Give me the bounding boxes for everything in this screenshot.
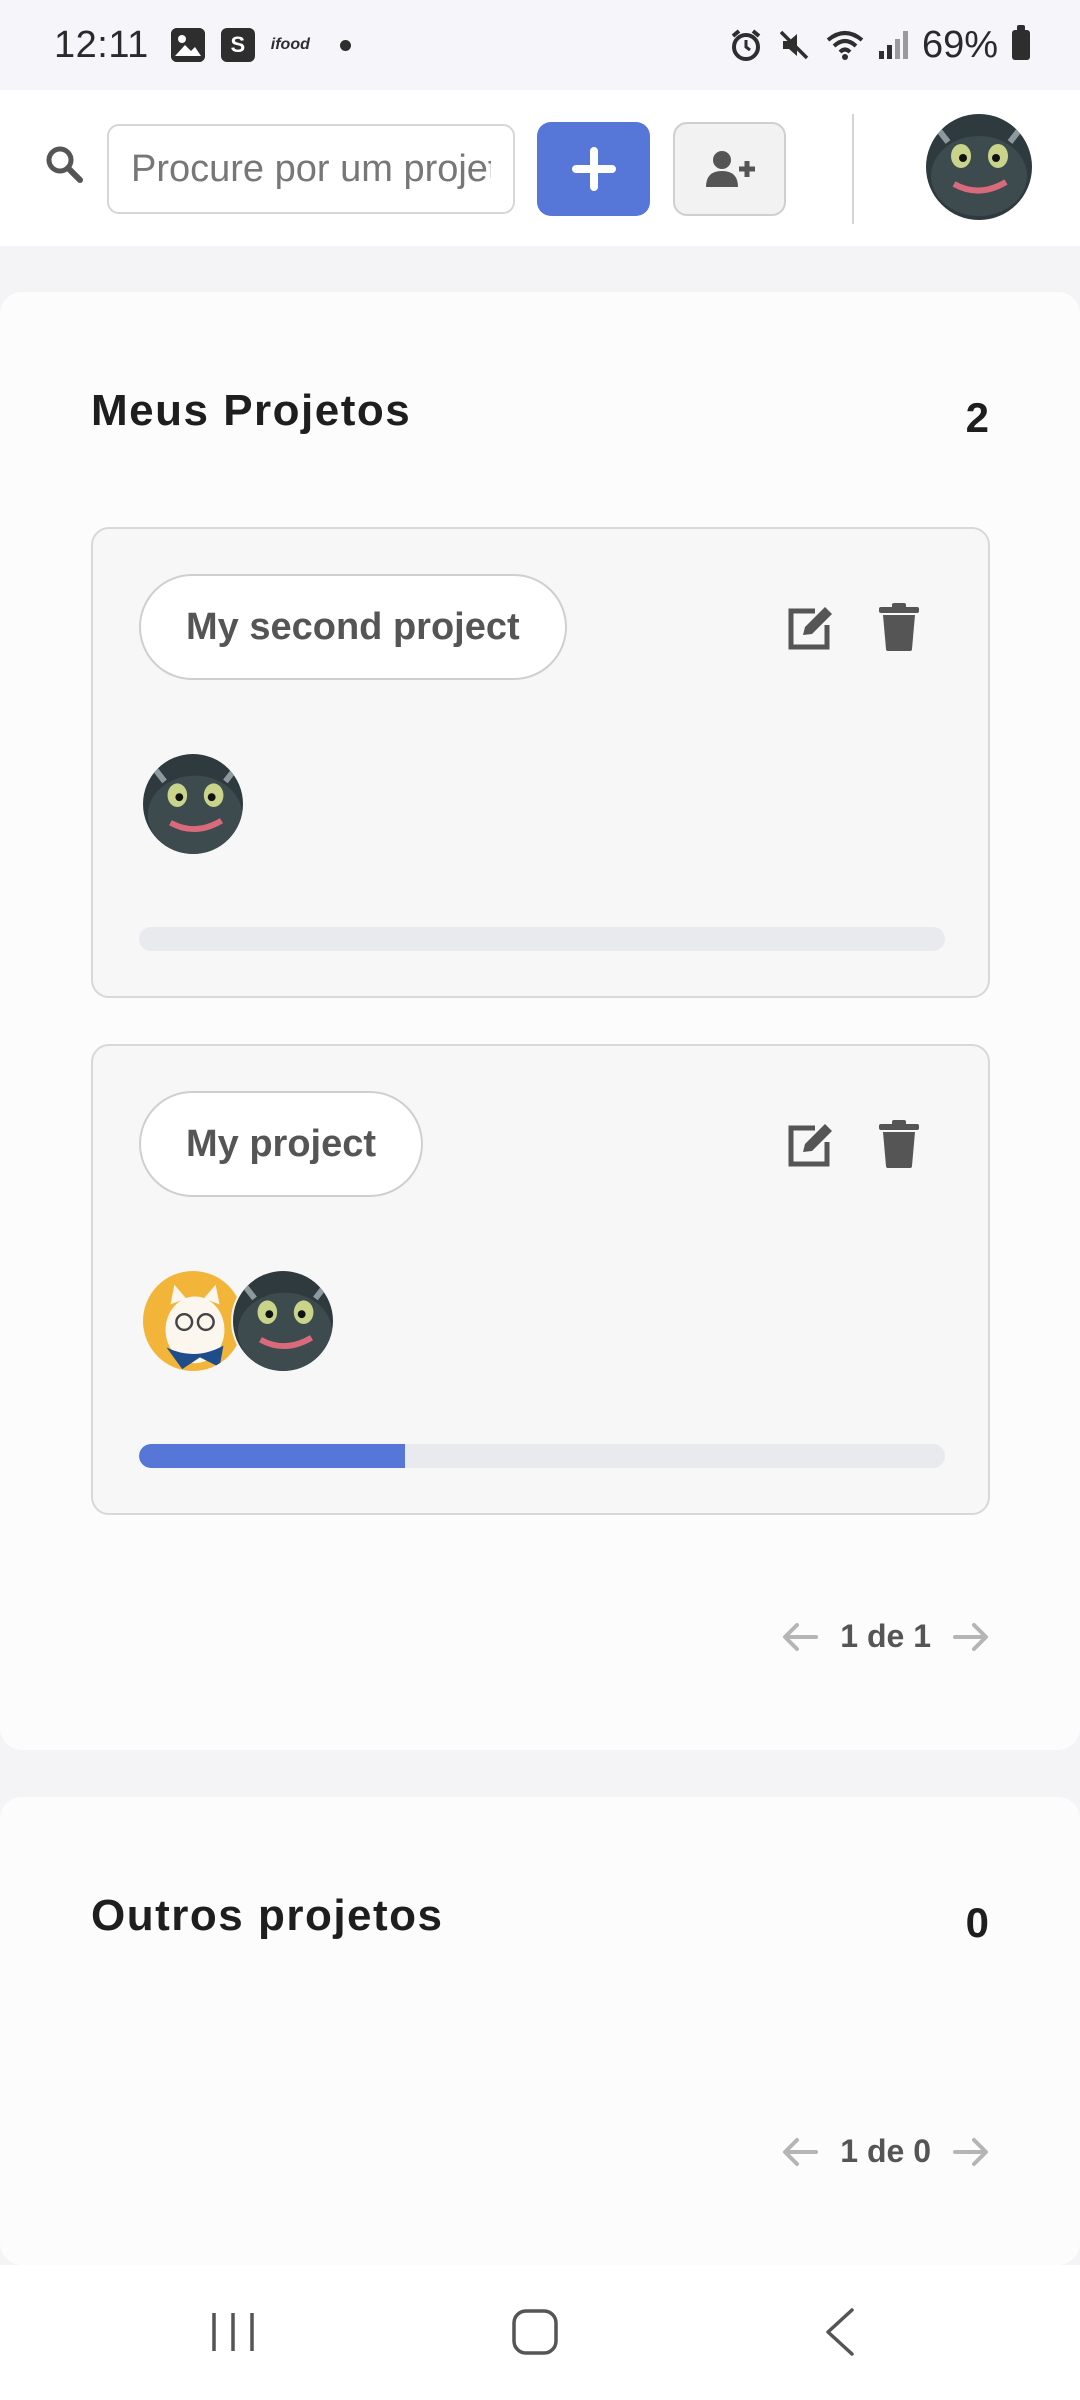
gallery-icon [170,28,205,62]
project-members [141,752,245,856]
search-input[interactable] [107,124,515,214]
member-avatar[interactable] [231,1269,335,1373]
pagination: 1 de 0 [782,2133,989,2170]
battery-percent: 69% [921,23,998,66]
pagination: 1 de 1 [782,1618,989,1655]
status-bar-left: 12:11 S ifood [54,24,351,67]
arrow-right-icon[interactable] [953,1622,989,1652]
member-avatar[interactable] [141,1269,245,1373]
arrow-left-icon[interactable] [782,1622,819,1652]
mute-icon [779,30,809,60]
alarm-icon [731,29,761,61]
notification-dot-icon [339,39,351,51]
cat-avatar-icon [143,1271,243,1371]
status-bar-right: 69% [729,24,1030,67]
wifi-icon [826,31,864,60]
user-plus-icon [705,151,755,187]
edit-icon[interactable] [785,1122,835,1170]
section-title: Outros projetos [91,1891,444,1940]
progress-bar [139,927,945,951]
home-icon[interactable] [511,2308,559,2356]
dragon-avatar-icon [233,1271,333,1371]
page-indicator: 1 de 1 [840,1618,931,1654]
shopping-bag-icon: S [220,28,255,62]
add-member-button[interactable] [673,122,786,216]
top-bar [0,90,1080,246]
dragon-avatar-icon [926,114,1032,220]
progress-fill [139,1444,405,1468]
dragon-avatar-icon [143,754,243,854]
plus-icon [571,147,616,191]
signal-icon [878,31,908,59]
arrow-right-icon[interactable] [953,2137,989,2167]
trash-icon[interactable] [879,1120,919,1168]
recent-apps-icon[interactable] [210,2311,256,2353]
back-icon[interactable] [822,2307,856,2357]
arrow-left-icon[interactable] [782,2137,819,2167]
navigation-bar [0,2265,1080,2400]
status-time: 12:11 [54,23,149,66]
project-name[interactable]: My project [139,1091,424,1197]
status-bar: 12:11 S ifood 69% [0,0,1080,90]
page-indicator: 1 de 0 [840,2133,931,2169]
edit-icon[interactable] [785,605,835,653]
project-count: 0 [965,1899,989,1946]
add-project-button[interactable] [537,122,650,216]
search-icon[interactable] [44,144,84,184]
my-projects-section: Meus Projetos 2 My second project My pro… [0,292,1080,1750]
section-title: Meus Projetos [91,386,412,435]
project-card[interactable]: My project [91,1044,990,1515]
user-avatar[interactable] [926,114,1032,220]
project-count: 2 [965,394,989,441]
trash-icon[interactable] [879,603,919,651]
header-divider [852,114,854,224]
battery-icon [1012,25,1030,60]
ifood-icon: ifood [270,36,310,53]
other-projects-section: Outros projetos 0 1 de 0 [0,1797,1080,2265]
member-avatar[interactable] [141,752,245,856]
progress-bar [139,1444,945,1468]
project-members [141,1269,335,1373]
project-card[interactable]: My second project [91,527,990,998]
project-name[interactable]: My second project [139,574,567,680]
